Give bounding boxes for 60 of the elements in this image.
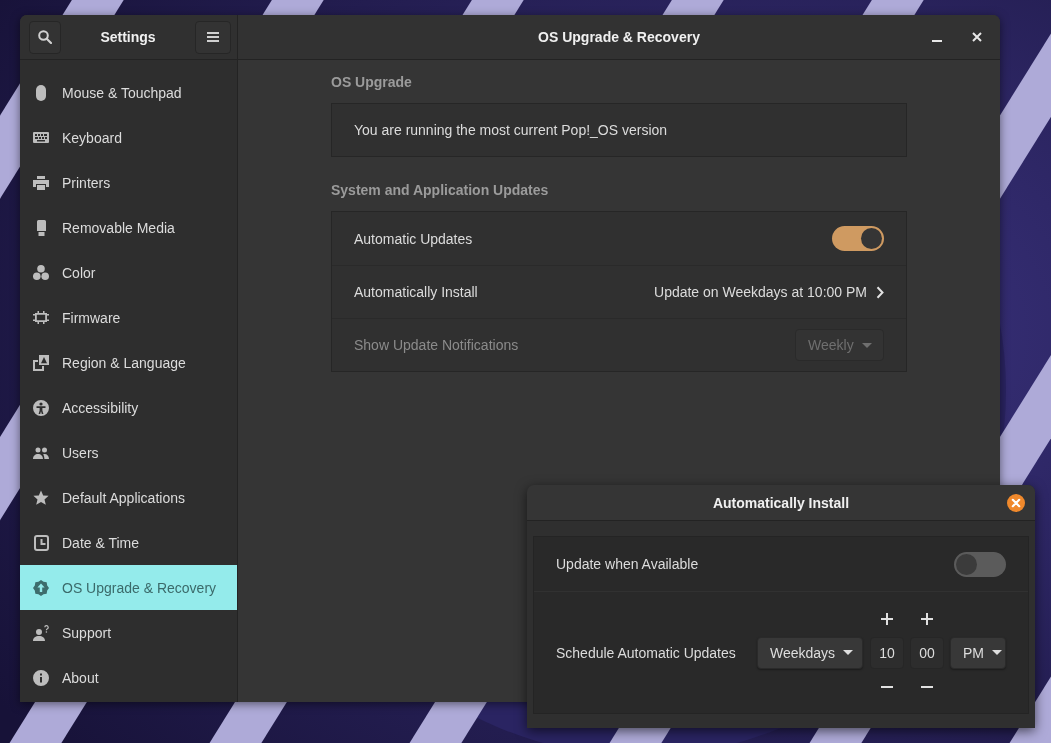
keyboard-icon [33,132,49,143]
usb-stick-icon [36,219,46,236]
section-heading: System and Application Updates [331,181,550,200]
clock-icon [33,534,49,551]
chevron-right-icon[interactable] [876,285,884,299]
arrow-badge-icon [33,579,49,596]
sidebar-item[interactable]: Region & Language [20,340,237,385]
search-button[interactable] [29,20,61,54]
star-icon [33,489,49,506]
sidebar-item[interactable]: Printers [20,160,237,205]
accessibility-icon [33,399,49,416]
menu-button[interactable] [195,20,231,54]
chip-icon [33,311,49,324]
close-icon[interactable] [1007,493,1025,512]
sidebar-item[interactable]: Accessibility [20,385,237,430]
users-icon [33,446,49,459]
sidebar-title: Settings [100,29,156,45]
minus-icon[interactable] [921,685,933,688]
toggle-switch[interactable] [832,226,884,251]
window-title: OS Upgrade & Recovery [538,29,700,45]
sidebar-item[interactable]: Keyboard [20,115,237,160]
setting-label: Automatically Install [354,284,478,300]
close-icon[interactable] [972,32,982,42]
status-message: You are running the most current Pop!_OS version [354,122,668,138]
sidebar-item[interactable]: Mouse & Touchpad [20,70,237,115]
dropdown[interactable]: Weekdays [757,636,863,669]
sidebar-item[interactable]: Default Applications [20,475,237,520]
minus-icon[interactable] [881,685,893,688]
circles-icon [33,265,49,280]
caret-down-icon [843,650,854,655]
dialog-title: Automatically Install [712,494,850,511]
sidebar-item[interactable]: Removable Media [20,205,237,250]
menu-icon [207,32,219,42]
minute-field[interactable]: 00 [910,636,944,669]
hour-field[interactable]: 10 [870,636,904,669]
caret-down-icon [992,650,1002,655]
mouse-icon [36,84,46,101]
sidebar-item[interactable]: OS Upgrade & Recovery [20,565,237,610]
setting-label: Schedule Automatic Updates [556,644,736,661]
setting-label: Show Update Notifications [354,337,519,353]
person-question-icon [33,624,49,641]
language-icon [33,354,49,371]
sidebar-item[interactable]: Color [20,250,237,295]
sidebar-item[interactable]: Users [20,430,237,475]
info-icon [33,669,49,686]
dropdown[interactable]: PM [950,636,1006,669]
toggle-switch[interactable] [954,551,1006,577]
setting-label: Update when Available [556,556,699,572]
sidebar-item[interactable]: Date & Time [20,520,237,565]
sidebar-item[interactable]: About [20,655,237,700]
sidebar-item[interactable]: Firmware [20,295,237,340]
plus-icon[interactable] [881,612,893,625]
caret-down-icon [862,342,872,348]
section-heading: OS Upgrade [331,73,413,92]
sidebar-item[interactable]: Support [20,610,237,655]
plus-icon[interactable] [921,612,933,625]
search-icon [38,30,52,44]
printer-icon [33,175,49,190]
setting-value: Update on Weekdays at 10:00 PM [654,284,867,300]
setting-label: Automatic Updates [354,230,473,247]
